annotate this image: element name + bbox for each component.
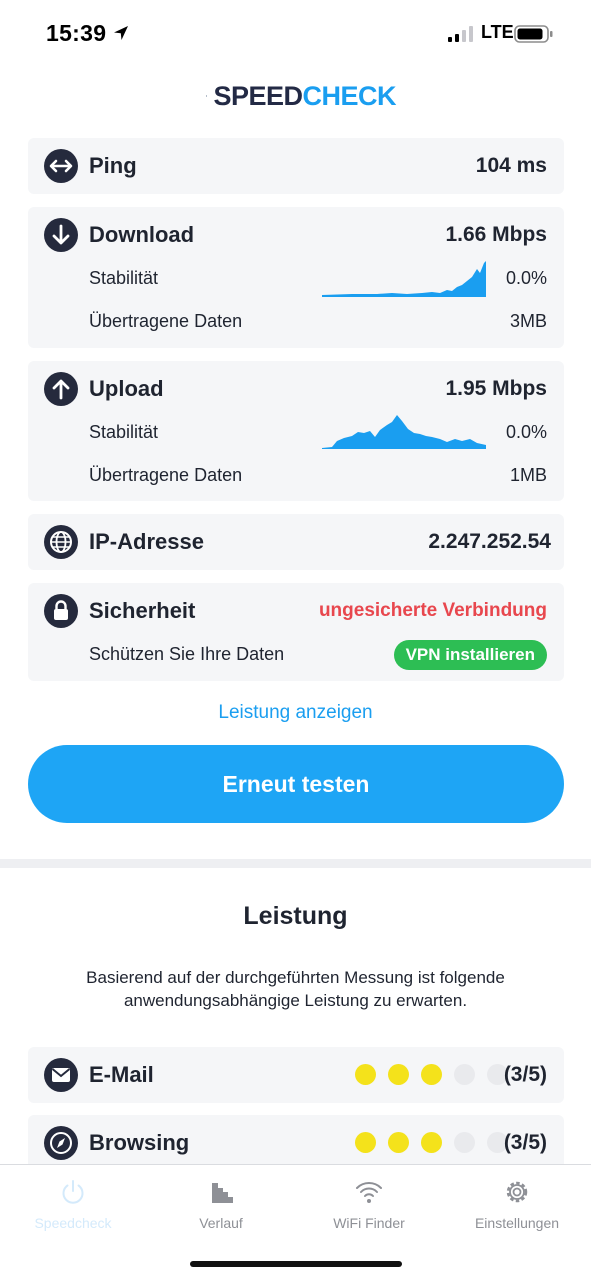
performance-description: Basierend auf der durchgeführten Messung… bbox=[86, 968, 505, 1010]
tab-label: Einstellungen bbox=[474, 1215, 560, 1231]
bar-chart-icon bbox=[210, 1183, 233, 1203]
tab-speedcheck[interactable]: Speedcheck bbox=[3, 1177, 143, 1231]
upload-stability-label: Stabilität bbox=[89, 422, 159, 442]
performance-item-browsing: Browsing (3/5) bbox=[28, 1115, 564, 1171]
logo-text-check: CHECK bbox=[302, 80, 396, 111]
rating-dot bbox=[355, 1132, 376, 1153]
globe-icon bbox=[44, 525, 78, 559]
performance-item-rating: (3/5) bbox=[503, 1063, 547, 1086]
download-value: 1.66 Mbps bbox=[445, 223, 547, 246]
upload-value: 1.95 Mbps bbox=[445, 377, 547, 400]
security-sub-label: Schützen Sie Ihre Daten bbox=[89, 644, 285, 664]
section-divider bbox=[0, 859, 591, 868]
home-indicator bbox=[190, 1261, 402, 1267]
download-stability-label: Stabilität bbox=[89, 268, 159, 288]
tab-label: Verlauf bbox=[199, 1215, 243, 1231]
security-status: ungesicherte Verbindung bbox=[318, 600, 547, 621]
download-stability-graph bbox=[322, 261, 486, 297]
download-label: Download bbox=[89, 222, 195, 247]
tab-label: WiFi Finder bbox=[333, 1215, 405, 1231]
ping-value: 104 ms bbox=[475, 154, 547, 177]
security-card: Sicherheit ungesicherte Verbindung Schüt… bbox=[28, 583, 564, 681]
ip-label: IP-Adresse bbox=[89, 529, 204, 554]
rating-dot bbox=[454, 1064, 475, 1085]
upload-stability-graph bbox=[322, 415, 486, 449]
security-label: Sicherheit bbox=[89, 598, 196, 623]
upload-data-value: 1MB bbox=[509, 465, 547, 485]
signal-icon bbox=[448, 26, 473, 42]
show-performance-link[interactable]: Leistung anzeigen bbox=[0, 702, 591, 724]
status-time: 15:39 bbox=[46, 20, 107, 46]
rating-dot bbox=[355, 1064, 376, 1085]
performance-item-rating: (3/5) bbox=[503, 1131, 547, 1154]
gear-icon bbox=[506, 1181, 528, 1203]
upload-label: Upload bbox=[89, 376, 164, 401]
envelope-icon bbox=[44, 1058, 78, 1092]
rating-dot bbox=[388, 1064, 409, 1085]
rating-dot bbox=[388, 1132, 409, 1153]
double-arrow-icon bbox=[44, 149, 78, 183]
upload-data-label: Übertragene Daten bbox=[89, 465, 243, 485]
rating-dot bbox=[421, 1064, 442, 1085]
tab-wifi-finder[interactable]: WiFi Finder bbox=[299, 1177, 439, 1231]
retest-button[interactable]: Erneut testen bbox=[28, 745, 564, 823]
upload-card: Upload 1.95 Mbps Stabilität 0.0% Übertra… bbox=[28, 361, 564, 501]
power-icon bbox=[62, 1180, 84, 1204]
tab-label: Speedcheck bbox=[34, 1215, 112, 1231]
download-stability-value: 0.0% bbox=[505, 268, 547, 288]
tab-verlauf[interactable]: Verlauf bbox=[151, 1177, 291, 1231]
logo-text-speed: SPEED bbox=[213, 80, 303, 111]
performance-item-email: E-Mail (3/5) bbox=[28, 1047, 564, 1103]
performance-title: Leistung bbox=[243, 902, 348, 930]
wifi-icon bbox=[356, 1182, 382, 1203]
download-data-value: 3MB bbox=[509, 311, 547, 331]
rating-dots bbox=[355, 1064, 508, 1085]
ip-card: IP-Adresse 2.247.252.54 bbox=[28, 514, 564, 570]
arrow-up-icon bbox=[44, 372, 78, 406]
ping-label: Ping bbox=[89, 153, 137, 178]
install-vpn-button[interactable]: VPN installieren bbox=[393, 640, 547, 670]
ip-value: 2.247.252.54 bbox=[428, 530, 551, 553]
rating-dots bbox=[355, 1132, 508, 1153]
tab-einstellungen[interactable]: Einstellungen bbox=[447, 1177, 587, 1231]
download-data-label: Übertragene Daten bbox=[89, 311, 243, 331]
location-arrow-icon bbox=[114, 26, 128, 40]
logo-text: SPEEDCHECK bbox=[213, 81, 396, 112]
speedometer-logo-icon bbox=[206, 95, 208, 97]
rating-dot bbox=[421, 1132, 442, 1153]
status-bar: 15:39 LTE bbox=[0, 0, 591, 68]
rating-dot bbox=[454, 1132, 475, 1153]
ping-card: Ping 104 ms bbox=[28, 138, 564, 194]
compass-icon bbox=[44, 1126, 78, 1160]
lock-icon bbox=[44, 594, 78, 628]
arrow-down-icon bbox=[44, 218, 78, 252]
battery-icon bbox=[514, 25, 553, 43]
upload-stability-value: 0.0% bbox=[505, 422, 547, 442]
app-logo: SPEEDCHECK bbox=[206, 76, 396, 116]
download-card: Download 1.66 Mbps Stabilität 0.0% Übert… bbox=[28, 207, 564, 348]
network-label: LTE bbox=[481, 22, 514, 42]
performance-item-label: E-Mail bbox=[89, 1062, 154, 1087]
performance-item-label: Browsing bbox=[89, 1130, 190, 1155]
